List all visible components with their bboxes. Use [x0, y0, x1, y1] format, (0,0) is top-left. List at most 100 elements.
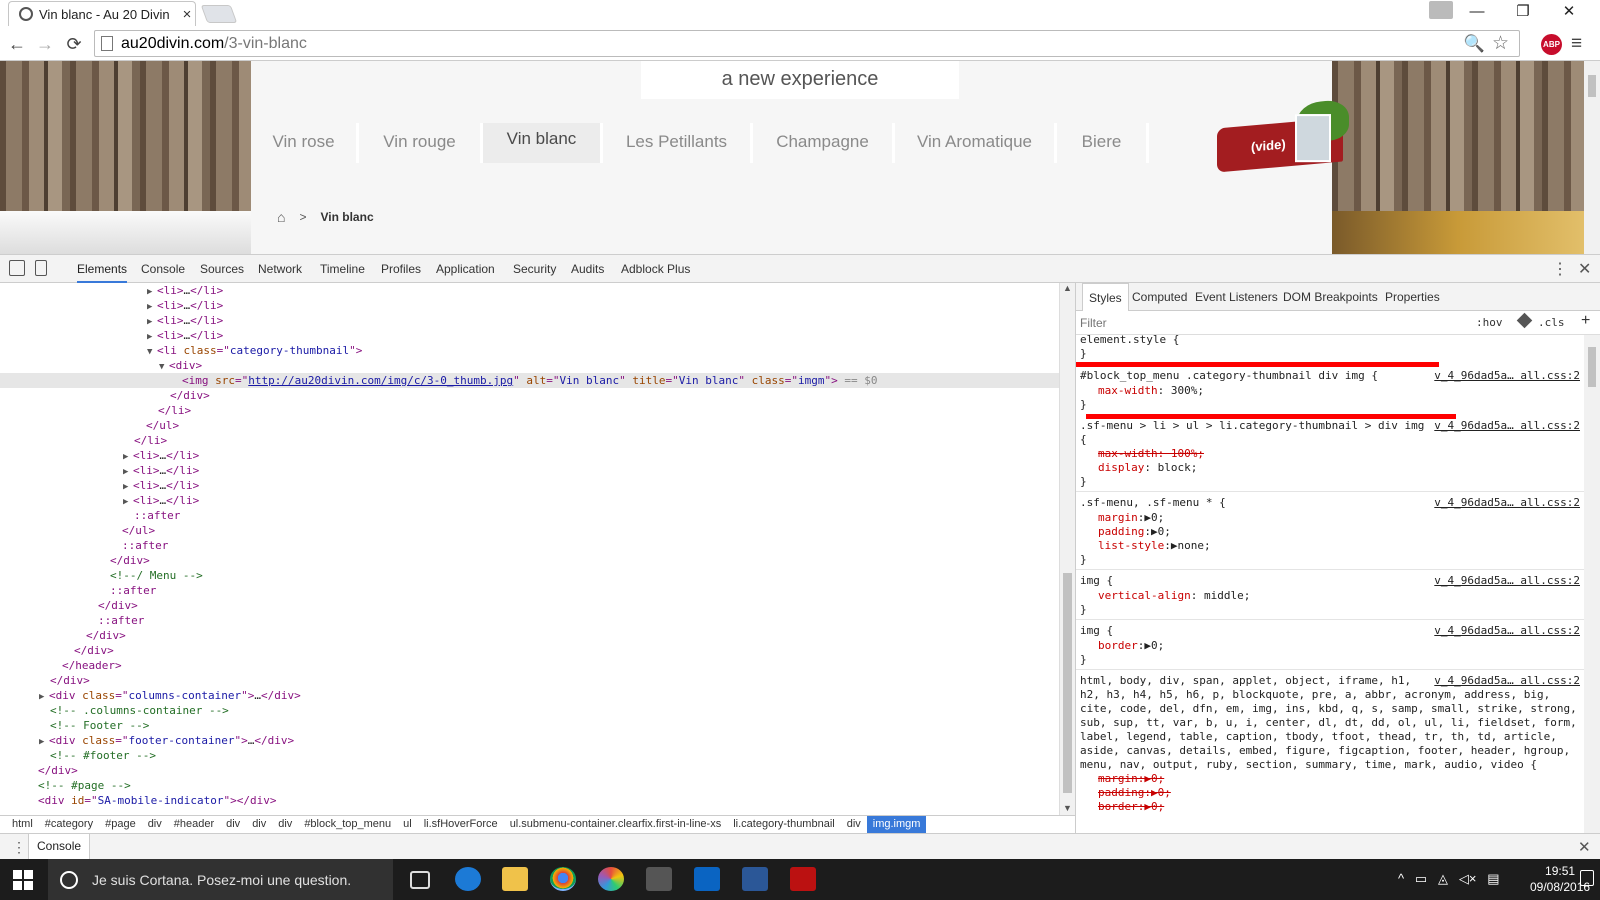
devtools-tab-application[interactable]: Application	[436, 262, 495, 276]
dom-node-selected[interactable]: <img src="http://au20divin.com/img/c/3-0…	[0, 373, 1059, 388]
dom-node[interactable]: ▶ <div class="footer-container">…</div>	[0, 733, 1059, 748]
word-icon[interactable]	[742, 867, 768, 891]
dom-node[interactable]: </div>	[0, 553, 1059, 568]
reset-selector-line[interactable]: aside, canvas, details, embed, figure, f…	[1080, 744, 1570, 758]
menu-item-biere[interactable]: Biere	[1057, 123, 1149, 163]
sidebar-tab-properties[interactable]: Properties	[1385, 290, 1440, 304]
restore-button[interactable]: ❐	[1500, 0, 1546, 26]
profile-icon[interactable]	[1429, 1, 1453, 19]
devtools-tab-elements[interactable]: Elements	[77, 262, 128, 283]
devtools-tab-adblock-plus[interactable]: Adblock Plus	[621, 262, 690, 276]
reset-declaration[interactable]: padding:▶0;	[1098, 786, 1171, 800]
devtools-tab-profiles[interactable]: Profiles	[381, 262, 421, 276]
page-scroll-thumb[interactable]	[1588, 75, 1596, 97]
rule4-declaration[interactable]: vertical-align: middle;	[1098, 589, 1250, 603]
drawer-tab-console[interactable]: Console	[28, 834, 91, 859]
address-bar[interactable]: au20divin.com/3-vin-blanc 🔍 ☆	[94, 30, 1520, 57]
dom-pseudo[interactable]: ::after	[0, 583, 1059, 598]
dom-pseudo[interactable]: ::after	[0, 613, 1059, 628]
rule2-declaration[interactable]: display: block;	[1098, 461, 1197, 475]
dom-crumb[interactable]: #header	[168, 816, 220, 833]
dom-crumb[interactable]: #block_top_menu	[298, 816, 397, 833]
devtools-tab-security[interactable]: Security	[513, 262, 556, 276]
reset-selector-line[interactable]: menu, nav, output, ruby, section, summar…	[1080, 758, 1537, 772]
dom-node[interactable]: ▶ <li>…</li>	[0, 448, 1059, 463]
filezilla-icon[interactable]	[790, 867, 816, 891]
scroll-down-icon[interactable]: ▼	[1063, 803, 1072, 813]
dom-node[interactable]: </div>	[0, 763, 1059, 778]
rule4-source-link[interactable]: v_4_96dad5a… all.css:2	[1434, 574, 1580, 588]
reset-selector-line[interactable]: label, legend, table, caption, tbody, tf…	[1080, 730, 1557, 744]
rule1-declaration[interactable]: max-width: 300%;	[1098, 384, 1204, 398]
dom-crumb[interactable]: div	[841, 816, 867, 833]
dom-crumb[interactable]: div	[246, 816, 272, 833]
reset-selector-line[interactable]: h2, h3, h4, h5, h6, p, blockquote, pre, …	[1080, 688, 1550, 702]
reset-selector-line[interactable]: sub, sup, tt, var, b, u, i, center, dl, …	[1080, 716, 1577, 730]
styles-scrollbar[interactable]	[1584, 335, 1600, 833]
chrome-icon[interactable]	[550, 867, 576, 891]
dom-crumb[interactable]: #category	[39, 816, 99, 833]
devtools-tab-audits[interactable]: Audits	[571, 262, 604, 276]
rule2-overridden-declaration[interactable]: max-width: 100%;	[1098, 447, 1204, 461]
dom-crumb[interactable]: ul.submenu-container.clearfix.first-in-l…	[504, 816, 728, 833]
action-center-icon[interactable]	[1580, 870, 1594, 886]
devtools-tab-console[interactable]: Console	[141, 262, 185, 276]
dom-node[interactable]: ▶ <li>…</li>	[0, 283, 1059, 298]
photos-app-icon[interactable]	[598, 867, 624, 891]
dom-pseudo[interactable]: ::after	[0, 538, 1059, 553]
dom-node[interactable]: </li>	[0, 403, 1059, 418]
menu-item-vin-aromatique[interactable]: Vin Aromatique	[895, 123, 1057, 163]
dom-comment[interactable]: <!--/ Menu -->	[0, 568, 1059, 583]
reset-source-link[interactable]: v_4_96dad5a… all.css:2	[1434, 674, 1580, 688]
elements-scroll-thumb[interactable]	[1063, 573, 1072, 793]
rule3-selector[interactable]: .sf-menu, .sf-menu * {	[1080, 496, 1226, 510]
sidebar-tab-styles[interactable]: Styles	[1082, 283, 1129, 311]
forward-button[interactable]: →	[32, 32, 58, 56]
rule1-source-link[interactable]: v_4_96dad5a… all.css:2	[1434, 369, 1580, 383]
dom-crumb[interactable]: html	[6, 816, 39, 833]
element-style-selector[interactable]: element.style {	[1080, 333, 1179, 347]
dom-comment[interactable]: <!-- #page -->	[0, 778, 1059, 793]
sidebar-tab-event-listeners[interactable]: Event Listeners	[1195, 290, 1278, 304]
url-text[interactable]: au20divin.com/3-vin-blanc	[121, 35, 307, 53]
color-format-icon[interactable]	[1516, 312, 1533, 329]
dom-node[interactable]: ▼ <div>	[0, 358, 1059, 373]
dom-node[interactable]: </ul>	[0, 523, 1059, 538]
rule5-source-link[interactable]: v_4_96dad5a… all.css:2	[1434, 624, 1580, 638]
adblock-plus-icon[interactable]: ABP	[1541, 34, 1562, 55]
zoom-icon[interactable]: 🔍	[1464, 34, 1485, 54]
windows-start-icon[interactable]	[13, 870, 33, 890]
devtools-tab-network[interactable]: Network	[258, 262, 302, 276]
rule5-selector[interactable]: img {	[1080, 624, 1113, 638]
menu-item-champagne[interactable]: Champagne	[753, 123, 895, 163]
rule2-selector[interactable]: .sf-menu > li > ul > li.category-thumbna…	[1080, 419, 1424, 433]
dom-crumb[interactable]: div	[220, 816, 246, 833]
dom-node[interactable]: </div>	[0, 673, 1059, 688]
dom-node[interactable]: ▶ <li>…</li>	[0, 313, 1059, 328]
dom-node[interactable]: ▶ <li>…</li>	[0, 493, 1059, 508]
dom-node[interactable]: ▶ <li>…</li>	[0, 298, 1059, 313]
dom-crumb[interactable]: ul	[397, 816, 418, 833]
dom-crumb[interactable]: div	[272, 816, 298, 833]
new-rule-icon[interactable]: +	[1581, 312, 1590, 330]
reset-selector-line[interactable]: cite, code, del, dfn, em, img, ins, kbd,…	[1080, 702, 1577, 716]
chrome-menu-icon[interactable]: ≡	[1571, 33, 1582, 55]
styles-filter-input[interactable]	[1080, 314, 1380, 332]
dom-node[interactable]: <div id="SA-mobile-indicator"></div>	[0, 793, 1059, 808]
rule3-declaration[interactable]: margin:▶0;	[1098, 511, 1164, 525]
rule5-declaration[interactable]: border:▶0;	[1098, 639, 1164, 653]
close-window-button[interactable]: ✕	[1546, 0, 1592, 26]
dom-crumb-selected[interactable]: img.imgm	[866, 816, 927, 833]
elements-scrollbar[interactable]: ▲ ▼	[1059, 283, 1075, 815]
devtools-more-icon[interactable]: ⋮	[1552, 259, 1568, 279]
rule3-declaration[interactable]: padding:▶0;	[1098, 525, 1171, 539]
browser-tab[interactable]: Vin blanc - Au 20 Divin ×	[8, 1, 196, 26]
devtools-close-icon[interactable]: ✕	[1578, 259, 1591, 279]
outlook-icon[interactable]	[694, 867, 720, 891]
cortana-search-box[interactable]: Je suis Cortana. Posez-moi une question.	[48, 859, 393, 900]
sidebar-tab-dom-breakpoints[interactable]: DOM Breakpoints	[1283, 290, 1378, 304]
dom-node[interactable]: ▶ <div class="columns-container">…</div>	[0, 688, 1059, 703]
menu-item-les-petillants[interactable]: Les Petillants	[603, 123, 753, 163]
menu-item-vin-rose[interactable]: Vin rose	[251, 123, 359, 163]
task-view-icon[interactable]	[410, 871, 430, 889]
